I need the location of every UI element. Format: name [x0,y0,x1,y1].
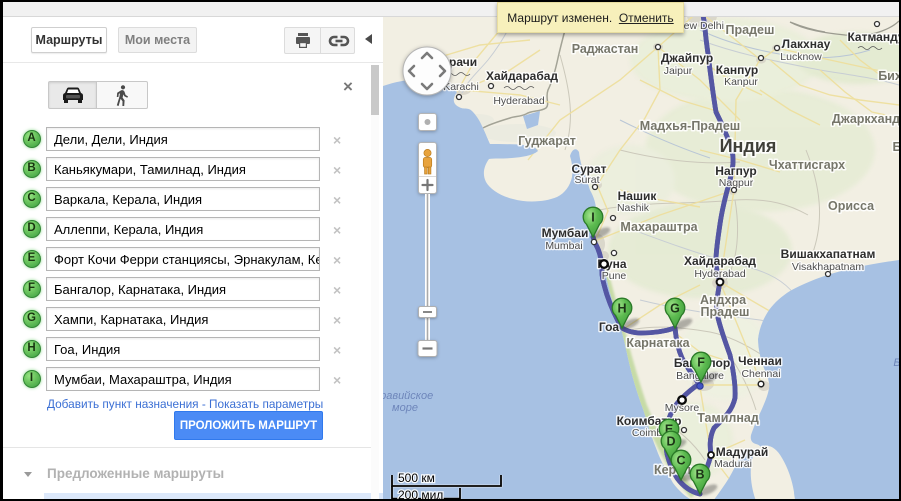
svg-text:море: море [392,402,418,414]
svg-text:Nagpur: Nagpur [719,177,754,189]
svg-text:Гуджарат: Гуджарат [518,134,576,148]
svg-text:C: C [676,454,685,468]
svg-text:Махараштра: Махараштра [620,220,698,234]
svg-text:Катманду: Катманду [847,30,899,44]
svg-text:Б: Б [893,357,899,369]
svg-text:Pune: Pune [602,270,627,282]
svg-text:Аравийское: Аравийское [383,390,433,402]
svg-text:I: I [591,211,594,225]
svg-text:Джайпур: Джайпур [661,51,713,65]
svg-text:Нагпур: Нагпур [715,164,756,178]
svg-text:Лакхнау: Лакхнау [782,37,831,51]
svg-text:Б: Б [893,140,899,154]
svg-text:Раджастан: Раджастан [572,42,639,56]
svg-text:Kanpur: Kanpur [724,76,758,88]
svg-text:Karachi: Karachi [443,81,479,93]
svg-text:Madurai: Madurai [714,458,752,470]
svg-text:Jaipur: Jaipur [664,65,693,77]
svg-text:Nashik: Nashik [617,202,650,214]
svg-text:G: G [670,302,680,316]
svg-text:Нашик: Нашик [618,189,658,203]
svg-text:Бих: Бих [878,69,899,83]
svg-text:Прадеш: Прадеш [726,23,775,37]
svg-text:H: H [617,302,626,316]
svg-text:Вишакхапатнам: Вишакхапатнам [781,247,876,261]
svg-text:Coimb: Coimb [632,427,663,439]
svg-text:Мадурай: Мадурай [716,445,768,459]
svg-text:Джаркханд: Джаркханд [832,112,899,126]
svg-text:200 мил: 200 мил [398,488,443,499]
svg-text:B: B [695,468,704,482]
svg-text:Прадеш: Прадеш [701,305,750,319]
svg-text:Mumbai: Mumbai [545,240,582,252]
svg-text:Орисса: Орисса [828,199,875,213]
svg-text:Ченнаи: Ченнаи [738,354,782,368]
svg-text:Карнатака: Карнатака [626,336,690,350]
svg-text:D: D [666,435,675,449]
svg-text:Хайдарабад: Хайдарабад [486,69,558,83]
svg-text:Мумбаи: Мумбаи [542,226,589,240]
svg-text:Мадхья-Прадеш: Мадхья-Прадеш [640,119,740,133]
svg-text:Lucknow: Lucknow [780,51,822,63]
svg-text:Тамилнад: Тамилнад [697,411,759,425]
svg-text:Индия: Индия [720,136,777,156]
svg-text:Чхаттисгарх: Чхаттисгарх [769,158,845,172]
svg-text:500 км: 500 км [398,471,435,485]
svg-text:Гоа: Гоа [599,320,620,334]
svg-text:F: F [697,356,705,370]
svg-text:Канпур: Канпур [716,63,759,77]
svg-text:Hyderabad: Hyderabad [493,95,545,107]
svg-text:Хайдарабад: Хайдарабад [684,254,756,268]
svg-text:Chennai: Chennai [741,368,780,380]
